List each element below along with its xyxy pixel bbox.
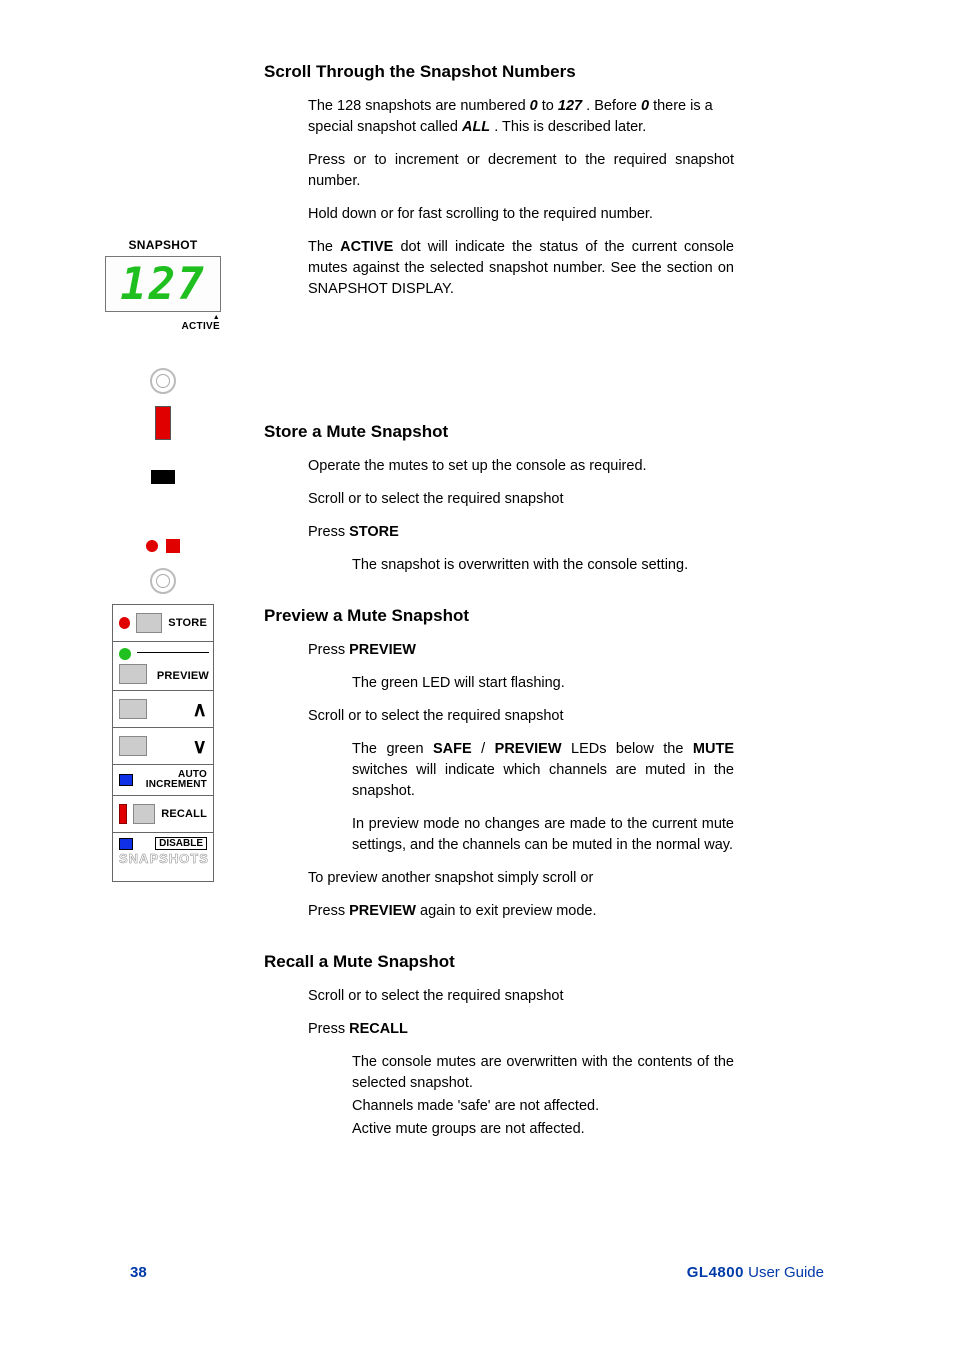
preview-s4: The green SAFE / PREVIEW LEDs below the … (352, 739, 734, 802)
store-s1: Operate the mutes to set up the console … (308, 456, 734, 477)
txt: The green (352, 741, 433, 757)
txt: PREVIEW (349, 903, 416, 919)
preview-s2: The green LED will start flashing. (352, 673, 734, 694)
txt: / (481, 741, 485, 757)
store-s2: Scroll or to select the required snapsho… (308, 489, 734, 510)
snapshot-control-panel: STORE PREVIEW ∧ ∨ AUTOINCREMENT (98, 604, 228, 882)
decor-block-1 (98, 368, 228, 484)
heading-store: Store a Mute Snapshot (264, 422, 734, 442)
recall-s3: The console mutes are overwritten with t… (352, 1052, 734, 1094)
disable-label: DISABLE (155, 837, 207, 850)
snapshot-display-block: SNAPSHOT 127 ACTIVE (98, 238, 228, 332)
preview-s7: Press PREVIEW again to exit preview mode… (308, 901, 734, 922)
recall-button[interactable] (133, 804, 155, 824)
black-square-1 (151, 470, 175, 484)
txt: . This is described later. (494, 119, 646, 135)
txt: STORE (349, 524, 399, 540)
active-indicator-label: ACTIVE (98, 314, 228, 332)
txt: 127 (558, 98, 582, 114)
txt: switches will indicate which channels ar… (352, 762, 734, 799)
txt: SAFE (433, 741, 472, 757)
recall-s5: Active mute groups are not affected. (352, 1119, 734, 1140)
store-s3: Press STORE (308, 522, 734, 543)
screw-icon (150, 368, 176, 394)
heading-recall: Recall a Mute Snapshot (264, 952, 734, 972)
preview-row: PREVIEW (113, 642, 213, 691)
txt: Press (308, 1021, 349, 1037)
guide-label: User Guide (744, 1264, 824, 1281)
screw-icon-2 (150, 568, 176, 594)
txt: . Before (586, 98, 641, 114)
recall-led-icon (119, 804, 127, 824)
store-row: STORE (113, 605, 213, 642)
txt: Press (308, 903, 349, 919)
txt: PREVIEW (495, 741, 562, 757)
store-led-icon (119, 617, 130, 629)
scroll-p4: The ACTIVE dot will indicate the status … (308, 237, 734, 300)
txt: RECALL (349, 1021, 408, 1037)
page-number: 38 (130, 1264, 147, 1281)
recall-row: RECALL (113, 796, 213, 833)
preview-s6: To preview another snapshot simply scrol… (308, 868, 734, 889)
scroll-down-row: ∨ (113, 728, 213, 765)
red-button-1 (155, 406, 171, 440)
recall-s4: Channels made 'safe' are not affected. (352, 1096, 734, 1117)
recall-s1: Scroll or to select the required snapsho… (308, 986, 734, 1007)
txt: LEDs below the (571, 741, 693, 757)
down-arrow-icon: ∨ (192, 734, 207, 759)
scroll-up-row: ∧ (113, 691, 213, 728)
store-s4: The snapshot is overwritten with the con… (352, 555, 734, 576)
txt: again to exit preview mode. (420, 903, 597, 919)
txt: ACTIVE (340, 239, 393, 255)
scroll-p1: The 128 snapshots are numbered 0 to 127 … (308, 96, 734, 138)
footer-right: GL4800 User Guide (687, 1264, 824, 1281)
disable-led-icon (119, 838, 133, 850)
txt: The 128 snapshots are numbered (308, 98, 530, 114)
txt: MUTE (693, 741, 734, 757)
red-led-icon (146, 540, 158, 552)
store-button[interactable] (136, 613, 162, 633)
seven-segment-display: 127 (105, 256, 221, 312)
scroll-p3: Hold down or for fast scrolling to the r… (308, 204, 734, 225)
snapshot-title-label: SNAPSHOT (98, 238, 228, 252)
txt: Press (308, 524, 349, 540)
txt: ALL (462, 119, 490, 135)
store-label: STORE (168, 617, 207, 629)
red-square-icon (166, 539, 180, 553)
scroll-p2: Press or to increment or decrement to th… (308, 150, 734, 192)
txt: 0 (641, 98, 649, 114)
page-footer: 38 GL4800 User Guide (130, 1264, 824, 1281)
txt: to (542, 98, 558, 114)
recall-label: RECALL (161, 808, 207, 820)
up-arrow-icon: ∧ (192, 697, 207, 722)
seven-segment-value: 127 (120, 259, 205, 310)
auto-increment-label: AUTOINCREMENT (146, 770, 207, 790)
txt: 0 (530, 98, 538, 114)
recall-s2: Press RECALL (308, 1019, 734, 1040)
disable-row: DISABLE SNAPSHOTS (113, 833, 213, 881)
heading-scroll: Scroll Through the Snapshot Numbers (264, 62, 734, 82)
brand-label: GL4800 (687, 1264, 744, 1281)
txt: Press (308, 642, 349, 658)
txt: PREVIEW (349, 642, 416, 658)
scroll-down-button[interactable] (119, 736, 147, 756)
preview-led-icon (119, 648, 131, 660)
preview-s5: In preview mode no changes are made to t… (352, 814, 734, 856)
heading-preview: Preview a Mute Snapshot (264, 606, 734, 626)
txt: The (308, 239, 340, 255)
preview-button[interactable] (119, 664, 147, 684)
decor-block-2 (98, 538, 228, 594)
auto-increment-led-icon (119, 774, 133, 786)
snapshots-label: SNAPSHOTS (119, 851, 207, 866)
preview-s3: Scroll or to select the required snapsho… (308, 706, 734, 727)
preview-s1: Press PREVIEW (308, 640, 734, 661)
auto-increment-row: AUTOINCREMENT (113, 765, 213, 796)
preview-label: PREVIEW (157, 670, 209, 682)
scroll-up-button[interactable] (119, 699, 147, 719)
